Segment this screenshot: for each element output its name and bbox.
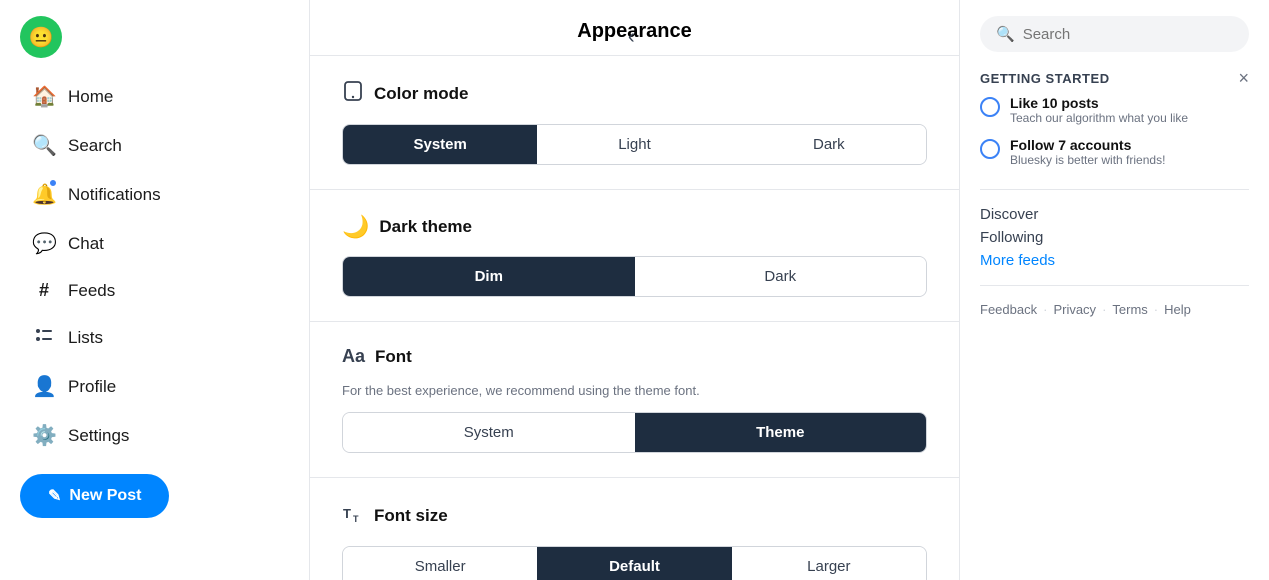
home-icon: 🏠 xyxy=(32,84,56,109)
more-feeds-link[interactable]: More feeds xyxy=(980,252,1249,269)
color-mode-section: Color mode System Light Dark xyxy=(310,56,959,190)
sidebar-item-chat[interactable]: 💬 Chat xyxy=(20,221,289,266)
sidebar-item-label: Home xyxy=(68,87,113,107)
font-size-smaller-btn[interactable]: Smaller xyxy=(343,547,537,580)
right-panel: 🔍 GETTING STARTED × Like 10 posts Teach … xyxy=(959,0,1269,580)
font-toggle: System Theme xyxy=(342,412,927,453)
sidebar-item-profile[interactable]: 👤 Profile xyxy=(20,364,289,409)
color-mode-system-btn[interactable]: System xyxy=(343,125,537,164)
dark-theme-dim-btn[interactable]: Dim xyxy=(343,257,635,296)
lists-icon xyxy=(32,325,56,350)
close-button[interactable]: × xyxy=(1238,68,1249,89)
font-size-toggle: Smaller Default Larger xyxy=(342,546,927,580)
sidebar-item-label: Feeds xyxy=(68,281,115,301)
dark-theme-dark-btn[interactable]: Dark xyxy=(635,257,927,296)
font-size-icon: T T xyxy=(342,502,364,530)
svg-text:T: T xyxy=(353,514,359,524)
sidebar: 😐 🏠 Home 🔍 Search 🔔 Notifications 💬 Chat… xyxy=(0,0,310,580)
feeds-icon: # xyxy=(32,280,56,301)
color-mode-title: Color mode xyxy=(374,84,468,104)
sidebar-item-label: Chat xyxy=(68,234,104,254)
profile-icon: 👤 xyxy=(32,374,56,399)
sidebar-item-lists[interactable]: Lists xyxy=(20,315,289,360)
getting-started-title: GETTING STARTED xyxy=(980,71,1110,86)
footer-links: Feedback · Privacy · Terms · Help xyxy=(980,302,1249,317)
sidebar-item-home[interactable]: 🏠 Home xyxy=(20,74,289,119)
color-mode-light-btn[interactable]: Light xyxy=(537,125,731,164)
sidebar-item-feeds[interactable]: # Feeds xyxy=(20,270,289,311)
color-mode-icon xyxy=(342,80,364,108)
moon-icon: 🌙 xyxy=(342,214,369,240)
font-section: Aa Font For the best experience, we reco… xyxy=(310,322,959,478)
discover-links: Discover Following More feeds xyxy=(980,206,1249,269)
feedback-link[interactable]: Feedback xyxy=(980,302,1037,317)
font-size-title: Font size xyxy=(374,506,448,526)
new-post-icon: ✎ xyxy=(48,486,61,506)
gs-item-1: Follow 7 accounts Bluesky is better with… xyxy=(980,131,1249,173)
font-size-section: T T Font size Smaller Default Larger xyxy=(310,478,959,580)
search-icon: 🔍 xyxy=(996,25,1015,43)
sidebar-item-settings[interactable]: ⚙️ Settings xyxy=(20,413,289,458)
discover-link[interactable]: Discover xyxy=(980,206,1249,223)
sidebar-item-label: Lists xyxy=(68,328,103,348)
dark-theme-section: 🌙 Dark theme Dim Dark xyxy=(310,190,959,322)
main-content: ‹ Appearance Color mode System Light Dar… xyxy=(310,0,959,580)
gs-item-desc-0: Teach our algorithm what you like xyxy=(1010,111,1188,125)
sidebar-item-label: Settings xyxy=(68,426,129,446)
color-mode-toggle: System Light Dark xyxy=(342,124,927,165)
divider-1 xyxy=(980,189,1249,190)
font-size-larger-btn[interactable]: Larger xyxy=(732,547,926,580)
settings-icon: ⚙️ xyxy=(32,423,56,448)
sidebar-item-notifications[interactable]: 🔔 Notifications xyxy=(20,172,289,217)
divider-2 xyxy=(980,285,1249,286)
gs-item-icon-0 xyxy=(980,97,1000,117)
font-theme-btn[interactable]: Theme xyxy=(635,413,927,452)
svg-text:T: T xyxy=(343,506,351,521)
avatar[interactable]: 😐 xyxy=(20,16,62,58)
color-mode-dark-btn[interactable]: Dark xyxy=(732,125,926,164)
gs-item-desc-1: Bluesky is better with friends! xyxy=(1010,153,1165,167)
notification-badge xyxy=(48,178,58,188)
new-post-label: New Post xyxy=(69,487,141,505)
following-link[interactable]: Following xyxy=(980,229,1249,246)
gs-item-0: Like 10 posts Teach our algorithm what y… xyxy=(980,89,1249,131)
gs-item-title-0: Like 10 posts xyxy=(1010,95,1188,111)
getting-started-panel: GETTING STARTED × Like 10 posts Teach ou… xyxy=(980,68,1249,173)
font-description: For the best experience, we recommend us… xyxy=(342,383,927,398)
sidebar-item-search[interactable]: 🔍 Search xyxy=(20,123,289,168)
dark-theme-toggle: Dim Dark xyxy=(342,256,927,297)
sidebar-item-label: Profile xyxy=(68,377,116,397)
dark-theme-title: Dark theme xyxy=(379,217,472,237)
privacy-link[interactable]: Privacy xyxy=(1053,302,1096,317)
search-bar[interactable]: 🔍 xyxy=(980,16,1249,52)
terms-link[interactable]: Terms xyxy=(1112,302,1147,317)
getting-started-header: GETTING STARTED × xyxy=(980,68,1249,89)
gs-item-title-1: Follow 7 accounts xyxy=(1010,137,1165,153)
gs-item-icon-1 xyxy=(980,139,1000,159)
font-system-btn[interactable]: System xyxy=(343,413,635,452)
font-size-default-btn[interactable]: Default xyxy=(537,547,731,580)
sidebar-item-label: Search xyxy=(68,136,122,156)
chat-icon: 💬 xyxy=(32,231,56,256)
help-link[interactable]: Help xyxy=(1164,302,1191,317)
sidebar-item-label: Notifications xyxy=(68,185,161,205)
new-post-button[interactable]: ✎ New Post xyxy=(20,474,169,518)
font-icon: Aa xyxy=(342,346,365,367)
font-title: Font xyxy=(375,347,412,367)
search-icon: 🔍 xyxy=(32,133,56,158)
search-input[interactable] xyxy=(1023,26,1233,43)
back-button[interactable]: ‹ xyxy=(628,26,635,49)
